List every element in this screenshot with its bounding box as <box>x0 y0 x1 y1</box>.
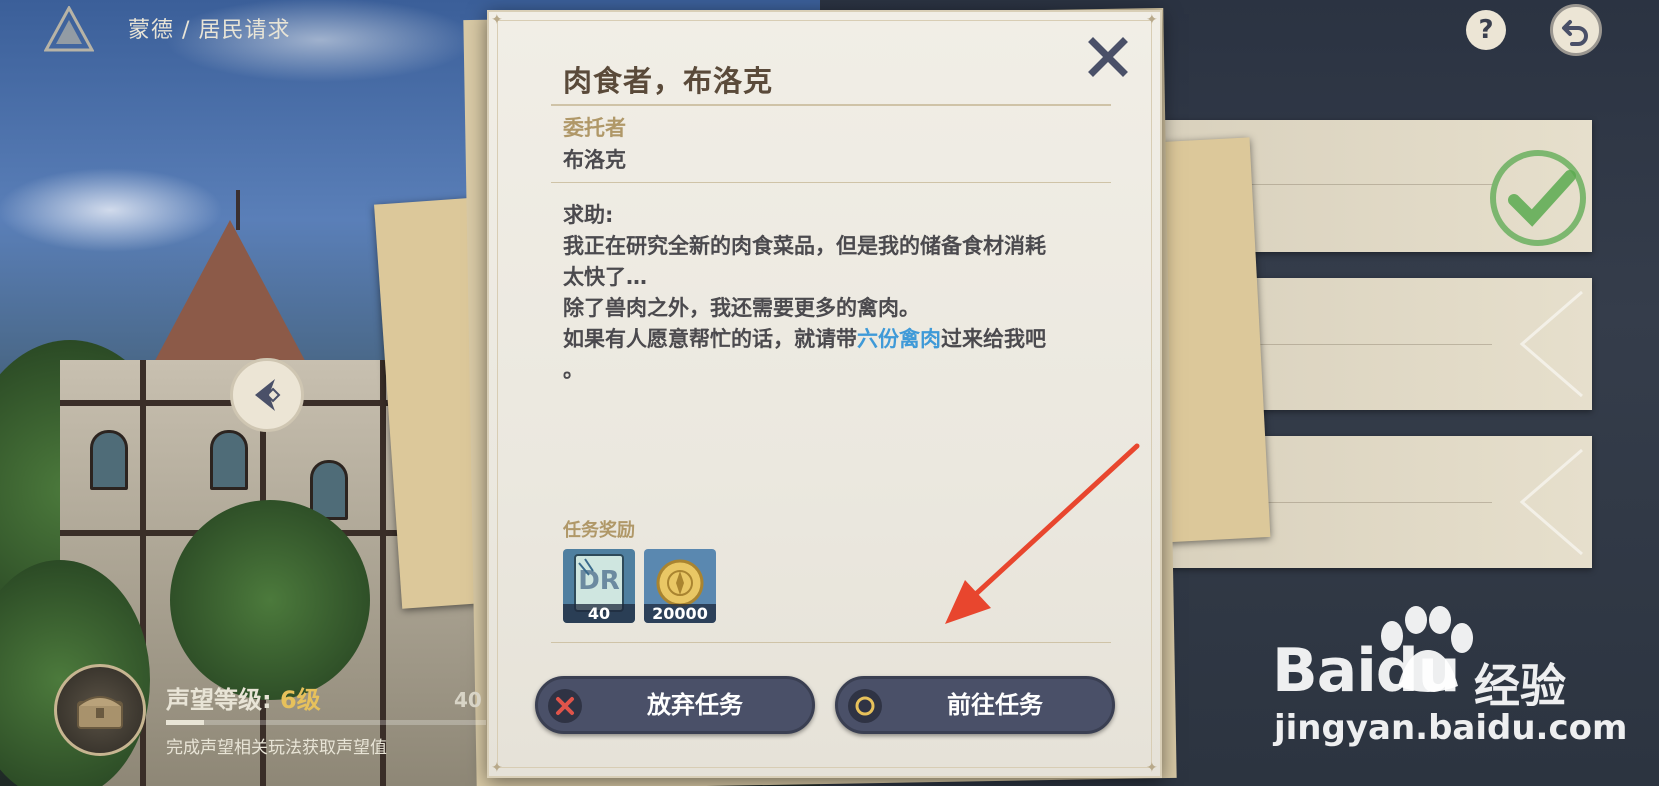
chevron-left-icon <box>255 379 281 411</box>
description-text: 过来给我吧 <box>941 327 1046 351</box>
watermark-baidu: Baidu <box>1272 636 1461 706</box>
description-line: 如果有人愿意帮忙的话，就请带六份禽肉过来给我吧 <box>563 324 1083 355</box>
help-button[interactable]: ? <box>1466 10 1506 50</box>
corner-ornament-icon: ✦ <box>1146 12 1158 28</box>
reward-item[interactable]: 20000 <box>644 549 716 623</box>
reputation-emblem[interactable] <box>54 664 146 756</box>
go-to-quest-label: 前往任务 <box>947 691 1043 719</box>
divider <box>551 104 1111 106</box>
watermark-word: du <box>1375 636 1461 706</box>
quest-dialog: ✦ ✦ ✦ ✦ 肉食者，布洛克 委托者 布洛克 求助: 我正在研究全新的肉食菜品… <box>487 10 1162 778</box>
adventurer-logo-icon <box>44 6 94 52</box>
circle-button-icon <box>848 689 882 723</box>
quest-title: 肉食者，布洛克 <box>563 64 774 98</box>
return-arrow-icon <box>1562 20 1588 46</box>
reputation-level: 6级 <box>279 686 321 714</box>
watermark-word: Bai <box>1272 636 1377 706</box>
question-icon: ? <box>1478 15 1494 45</box>
description-text: 如果有人愿意帮忙的话，就请带 <box>563 327 857 351</box>
close-icon <box>1088 37 1128 77</box>
description-line: 求助: <box>563 203 614 227</box>
annotation-arrow-icon <box>945 443 1140 624</box>
tree-middle <box>170 500 370 700</box>
watermark-jingyan: 经验 <box>1474 659 1566 713</box>
divider <box>551 182 1111 183</box>
reputation-progress-fill <box>166 720 205 725</box>
client-name: 布洛克 <box>563 148 626 172</box>
breadcrumb-page: 居民请求 <box>198 18 291 43</box>
chevron-left-icon <box>1519 290 1583 398</box>
description-line: 。 <box>563 358 584 382</box>
description-line: 太快了… <box>563 265 647 289</box>
description-line: 我正在研究全新的肉食菜品，但是我的储备食材消耗 <box>563 234 1046 258</box>
item-highlight: 六份禽肉 <box>857 327 941 351</box>
reputation-label: 声望等级: <box>166 686 280 714</box>
abandon-quest-button[interactable]: 放弃任务 <box>535 676 815 734</box>
breadcrumb-region[interactable]: 蒙德 <box>128 18 174 43</box>
reward-label: 任务奖励 <box>563 520 635 541</box>
reward-quantity: 20000 <box>644 604 716 623</box>
breadcrumb: 蒙德 / 居民请求 <box>128 12 290 44</box>
reputation-hint: 完成声望相关玩法获取声望值 <box>166 738 387 758</box>
treasure-chest-icon <box>77 696 123 729</box>
tower-roof <box>150 220 310 370</box>
reputation-points: 40 <box>454 688 482 712</box>
corner-ornament-icon: ✦ <box>491 760 503 776</box>
chevron-left-icon <box>1519 448 1583 556</box>
completed-check-icon <box>1490 150 1586 246</box>
reward-quantity: 40 <box>563 604 635 623</box>
divider <box>551 642 1111 643</box>
abandon-quest-label: 放弃任务 <box>647 691 743 719</box>
quest-description: 求助: 我正在研究全新的肉食菜品，但是我的储备食材消耗 太快了… 除了兽肉之外，… <box>563 200 1083 386</box>
prev-quest-button[interactable] <box>230 358 304 432</box>
description-line: 除了兽肉之外，我还需要更多的禽肉。 <box>563 296 920 320</box>
reputation-progress-bar <box>166 720 486 725</box>
breadcrumb-separator: / <box>182 18 191 43</box>
reputation-title: 声望等级: 6级 <box>166 680 321 715</box>
client-label: 委托者 <box>563 116 626 140</box>
back-button[interactable] <box>1550 4 1602 56</box>
go-to-quest-button[interactable]: 前往任务 <box>835 676 1115 734</box>
corner-ornament-icon: ✦ <box>491 12 503 28</box>
watermark-url: jingyan.baidu.com <box>1274 708 1628 748</box>
close-button[interactable] <box>1087 36 1129 78</box>
cross-button-icon <box>548 689 582 723</box>
tower-spire <box>236 190 240 230</box>
corner-ornament-icon: ✦ <box>1146 760 1158 776</box>
reward-item[interactable]: DR 40 <box>563 549 635 623</box>
